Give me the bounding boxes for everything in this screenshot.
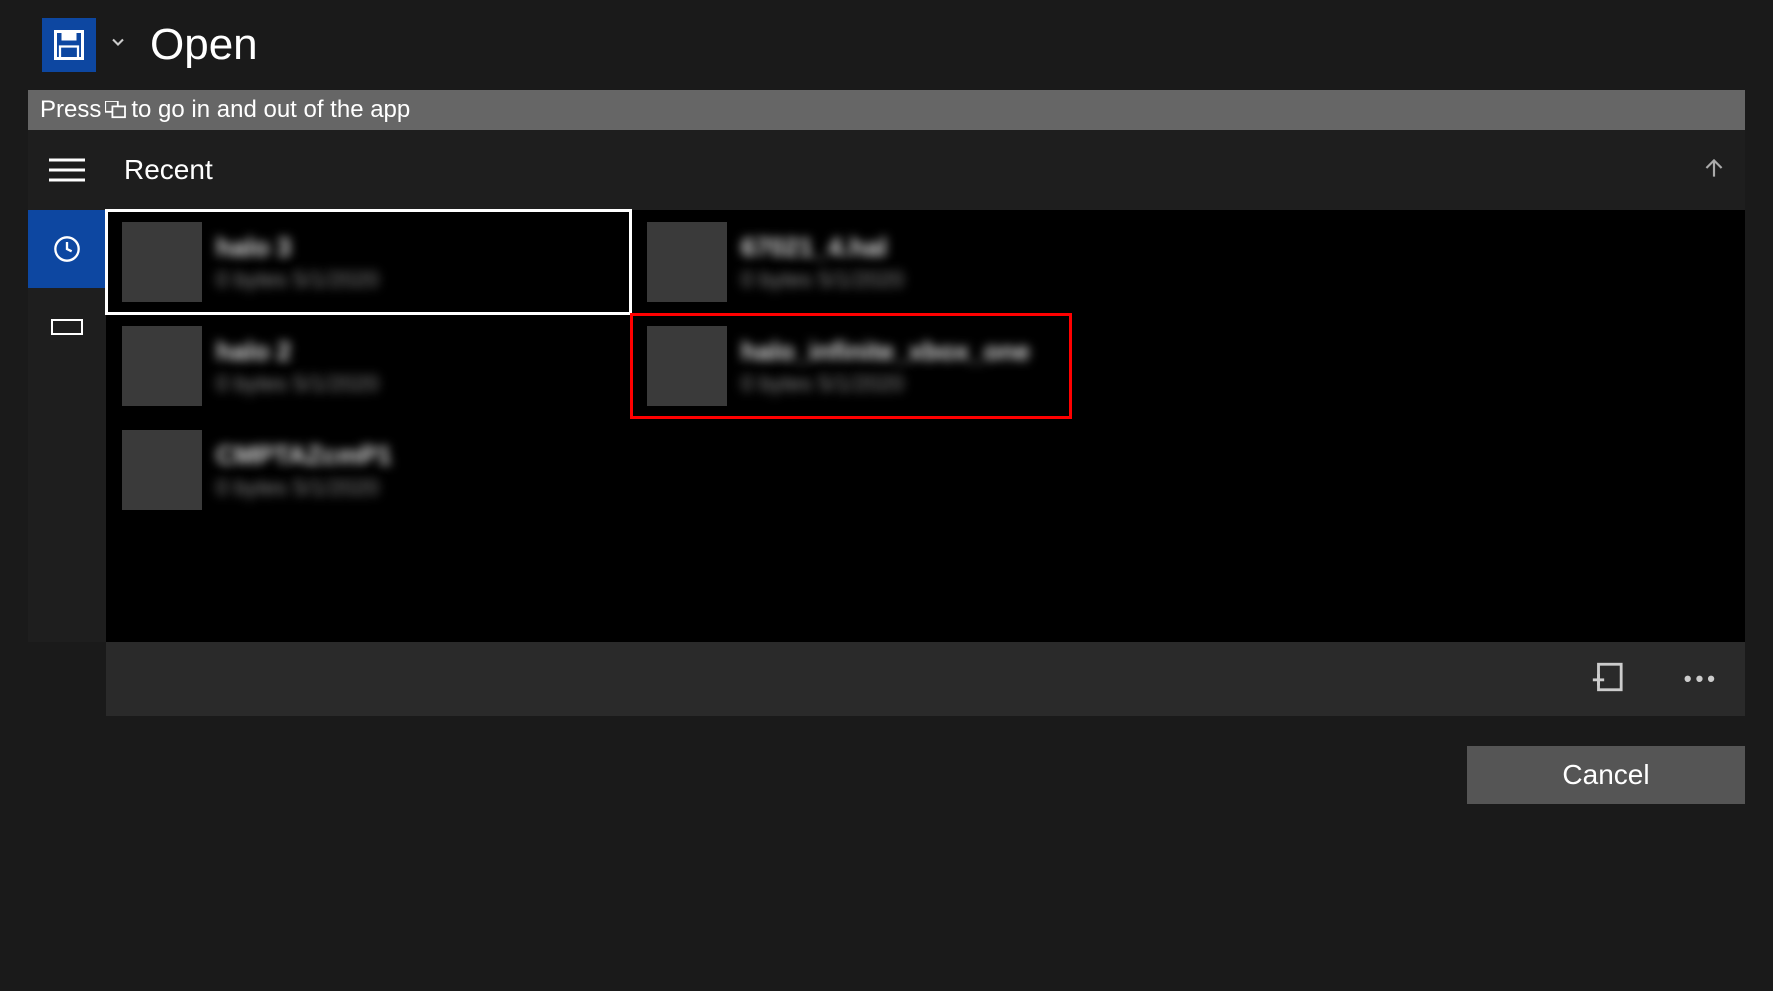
- file-thumbnail: [647, 326, 727, 406]
- file-thumbnail: [122, 430, 202, 510]
- bottom-bar: •••: [106, 642, 1745, 716]
- new-folder-icon[interactable]: [1590, 660, 1624, 699]
- page-title: Open: [150, 20, 258, 70]
- file-thumbnail: [122, 326, 202, 406]
- file-item[interactable]: halo 3 0 bytes 5/1/2020: [105, 209, 632, 315]
- content-area: Recent halo 3 0 bytes 5/1/2020 67021_4: [28, 130, 1745, 642]
- app-save-icon: [42, 18, 96, 72]
- file-grid: halo 3 0 bytes 5/1/2020 67021_4.hal 0 by…: [106, 210, 1745, 522]
- cancel-button[interactable]: Cancel: [1467, 746, 1745, 804]
- file-meta: 0 bytes 5/1/2020: [741, 371, 1030, 397]
- file-item[interactable]: CMPTAZcmP1 0 bytes 5/1/2020: [105, 417, 632, 523]
- file-meta: 0 bytes 5/1/2020: [216, 371, 379, 397]
- sidebar-item-keyboard[interactable]: [28, 288, 106, 366]
- hamburger-menu-button[interactable]: [28, 130, 106, 210]
- file-thumbnail: [647, 222, 727, 302]
- file-thumbnail: [122, 222, 202, 302]
- keyboard-icon: [51, 319, 83, 335]
- file-name: CMPTAZcmP1: [216, 440, 392, 471]
- title-bar: Open: [28, 0, 1745, 90]
- clock-icon: [53, 235, 81, 263]
- panel-header: Recent: [106, 130, 1745, 210]
- file-item[interactable]: halo 2 0 bytes 5/1/2020: [105, 313, 632, 419]
- file-meta: 0 bytes 5/1/2020: [216, 267, 379, 293]
- sidebar-item-recent[interactable]: [28, 210, 106, 288]
- windows-icon: [105, 101, 127, 119]
- file-name: halo_infinite_xbox_one: [741, 336, 1030, 367]
- file-meta: 0 bytes 5/1/2020: [741, 267, 904, 293]
- file-meta: 0 bytes 5/1/2020: [216, 475, 392, 501]
- cancel-label: Cancel: [1562, 759, 1649, 791]
- main-panel: Recent halo 3 0 bytes 5/1/2020 67021_4: [106, 130, 1745, 642]
- hint-prefix: Press: [40, 96, 101, 124]
- file-item[interactable]: 67021_4.hal 0 bytes 5/1/2020: [630, 209, 1072, 315]
- file-name: halo 3: [216, 232, 379, 263]
- more-options-button[interactable]: •••: [1684, 666, 1719, 692]
- chevron-down-icon[interactable]: [108, 32, 128, 58]
- sidebar: [28, 130, 106, 642]
- panel-title: Recent: [124, 154, 1701, 186]
- file-name: 67021_4.hal: [741, 232, 904, 263]
- file-name: halo 2: [216, 336, 379, 367]
- hint-suffix: to go in and out of the app: [131, 96, 410, 124]
- file-item[interactable]: halo_infinite_xbox_one 0 bytes 5/1/2020: [630, 313, 1072, 419]
- up-arrow-button[interactable]: [1701, 155, 1727, 186]
- hint-bar: Press to go in and out of the app: [28, 90, 1745, 130]
